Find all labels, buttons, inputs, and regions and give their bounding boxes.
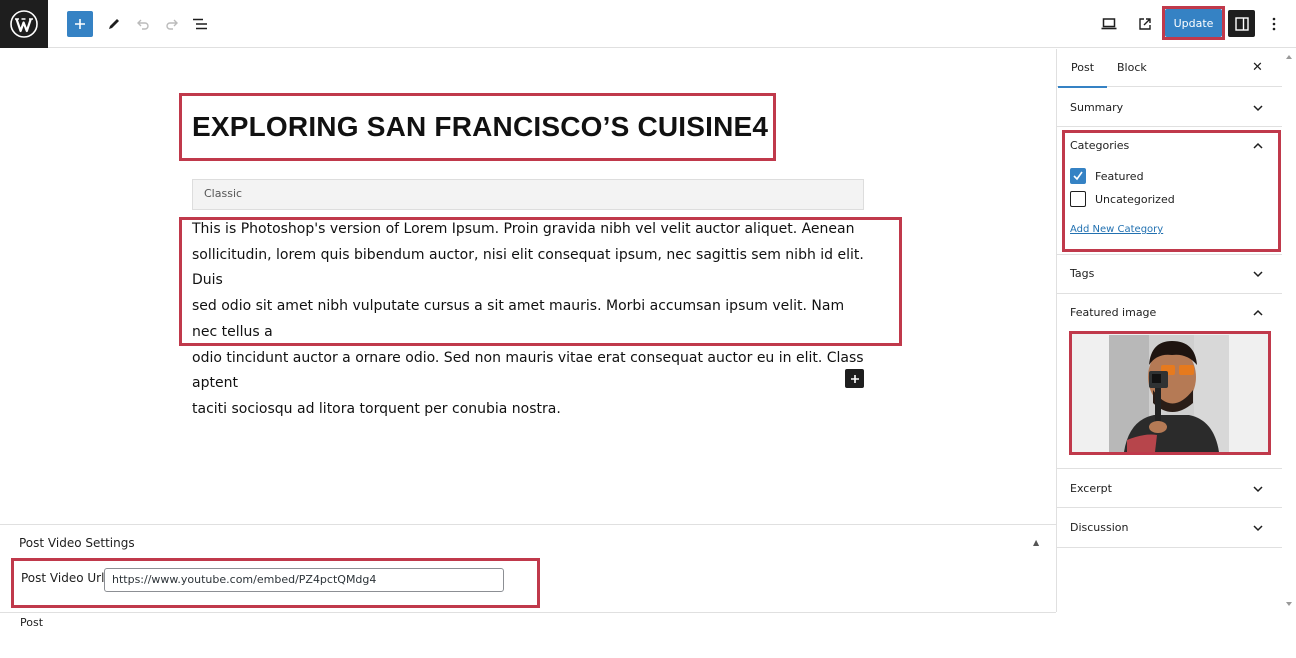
chevron-up-icon[interactable] xyxy=(1253,141,1263,151)
paragraph-line: This is Photoshop's version of Lorem Ips… xyxy=(192,221,855,237)
chevron-up-icon[interactable] xyxy=(1253,308,1263,318)
redo-icon xyxy=(166,19,178,30)
desktop-icon xyxy=(1101,18,1117,30)
tags-heading: Tags xyxy=(1070,267,1095,280)
undo-button[interactable] xyxy=(129,10,157,38)
breadcrumb[interactable]: Post xyxy=(20,616,43,629)
close-icon[interactable]: ✕ xyxy=(1252,60,1263,75)
external-link-icon xyxy=(1139,18,1151,30)
discussion-panel[interactable]: Discussion xyxy=(1057,508,1283,548)
plus-icon xyxy=(75,19,85,29)
paragraph-line: sollicitudin, lorem quis bibendum auctor… xyxy=(192,246,864,289)
video-url-input[interactable]: https://www.youtube.com/embed/PZ4pctQMdg… xyxy=(104,568,504,592)
summary-panel[interactable]: Summary xyxy=(1057,88,1283,127)
paragraph-block[interactable]: This is Photoshop's version of Lorem Ips… xyxy=(192,217,872,423)
undo-icon xyxy=(137,19,149,30)
settings-sidebar: Post Block ✕ Summary Categories Featured… xyxy=(1056,49,1283,612)
wordpress-logo-icon[interactable] xyxy=(0,0,48,48)
editor-header: Update xyxy=(0,0,1296,48)
list-view-icon xyxy=(193,18,207,30)
tags-panel[interactable]: Tags xyxy=(1057,255,1283,294)
video-url-label: Post Video Url xyxy=(21,571,105,585)
categories-panel: Categories Featured Uncategorized Add Ne… xyxy=(1057,127,1283,255)
checkbox-checked[interactable] xyxy=(1070,168,1086,184)
sidebar-tabs: Post Block ✕ xyxy=(1057,49,1283,88)
featured-image[interactable] xyxy=(1109,335,1229,452)
category-uncategorized[interactable]: Uncategorized xyxy=(1070,191,1175,207)
add-new-category-link[interactable]: Add New Category xyxy=(1070,224,1163,235)
categories-heading[interactable]: Categories xyxy=(1070,139,1129,152)
category-label: Uncategorized xyxy=(1095,192,1175,206)
meta-box-title[interactable]: Post Video Settings xyxy=(19,536,135,550)
summary-heading: Summary xyxy=(1070,101,1124,114)
category-label: Featured xyxy=(1095,169,1144,183)
redo-button[interactable] xyxy=(158,10,186,38)
tools-button[interactable] xyxy=(100,10,128,38)
paragraph-line: sed odio sit amet nibh vulputate cursus … xyxy=(192,298,845,340)
tab-post[interactable]: Post xyxy=(1057,61,1108,88)
checkbox[interactable] xyxy=(1070,191,1086,207)
list-view-button[interactable] xyxy=(186,10,214,38)
excerpt-heading: Excerpt xyxy=(1070,482,1112,495)
chevron-down-icon xyxy=(1253,486,1263,493)
category-featured[interactable]: Featured xyxy=(1070,168,1144,184)
add-block-inline-button[interactable] xyxy=(845,369,864,388)
options-button[interactable] xyxy=(1260,10,1288,38)
add-block-button[interactable] xyxy=(67,11,93,37)
classic-block[interactable]: Classic xyxy=(192,179,864,210)
settings-button[interactable] xyxy=(1228,10,1255,37)
excerpt-panel[interactable]: Excerpt xyxy=(1057,469,1283,508)
plus-icon xyxy=(850,374,859,383)
post-title[interactable]: EXPLORING SAN FRANCISCO’S CUISINE4 xyxy=(192,111,768,143)
chevron-down-icon xyxy=(1253,271,1263,278)
breadcrumb-bar: Post xyxy=(0,612,1056,634)
sidebar-icon xyxy=(1234,16,1249,31)
preview-button[interactable] xyxy=(1095,10,1123,38)
meta-box-panel: Post Video Settings ▲ Post Video Url htt… xyxy=(0,524,1056,612)
featured-image-heading[interactable]: Featured image xyxy=(1070,306,1156,319)
sidebar-scrollbar[interactable] xyxy=(1282,49,1296,612)
chevron-down-icon xyxy=(1253,525,1263,532)
caret-up-icon[interactable]: ▲ xyxy=(1033,538,1039,547)
chevron-down-icon xyxy=(1253,105,1263,112)
paragraph-line: odio tincidunt auctor a ornare odio. Sed… xyxy=(192,349,864,392)
discussion-heading: Discussion xyxy=(1070,521,1129,534)
update-button[interactable]: Update xyxy=(1165,9,1222,37)
paragraph-line: taciti sociosqu ad litora torquent per c… xyxy=(192,400,561,417)
pencil-icon xyxy=(109,19,119,29)
tab-block[interactable]: Block xyxy=(1117,61,1147,74)
kebab-icon xyxy=(1272,17,1276,31)
check-icon xyxy=(1073,171,1083,181)
view-post-button[interactable] xyxy=(1131,10,1159,38)
